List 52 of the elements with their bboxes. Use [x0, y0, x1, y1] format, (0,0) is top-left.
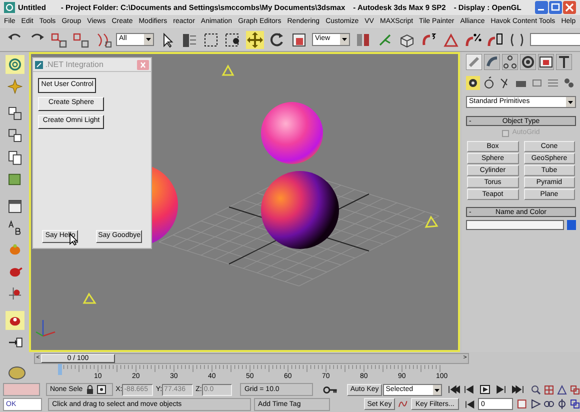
spinner-snap-icon[interactable]	[486, 30, 504, 48]
link-icon[interactable]	[50, 30, 68, 48]
key-icon[interactable]	[322, 384, 338, 396]
minimize-button[interactable]	[535, 1, 548, 14]
maximize-button[interactable]	[549, 1, 562, 14]
omni-light[interactable]	[83, 292, 97, 304]
move-icon[interactable]	[246, 30, 264, 48]
rectangle-selection-icon[interactable]	[202, 30, 220, 48]
time-config-icon[interactable]	[517, 399, 527, 409]
go-to-end-icon[interactable]	[512, 385, 524, 394]
scale-icon[interactable]	[290, 30, 308, 48]
name-field[interactable]	[466, 220, 564, 230]
triangle-icon[interactable]	[556, 384, 567, 394]
sphere-icon[interactable]	[466, 76, 480, 90]
key-mode-icon[interactable]	[465, 400, 476, 408]
frame-marker	[58, 364, 62, 375]
camera-icon[interactable]	[482, 76, 496, 90]
app-icon	[4, 2, 15, 13]
dots-icon[interactable]	[562, 76, 576, 90]
monitor-icon[interactable]	[538, 54, 554, 70]
spiral-icon[interactable]	[4, 55, 26, 74]
zoom-icon[interactable]	[530, 384, 541, 394]
dialog-title: .NET Integration	[45, 58, 104, 70]
play-icon[interactable]	[480, 385, 492, 394]
close-button[interactable]	[563, 1, 576, 14]
hammer-icon[interactable]	[556, 54, 572, 70]
window-icon	[35, 60, 44, 68]
field-of-view-icon[interactable]	[531, 399, 541, 409]
pan-icon[interactable]	[544, 399, 554, 409]
grid-square-icon[interactable]	[544, 384, 554, 394]
omni-light[interactable]	[222, 64, 235, 76]
maximize-viewport-icon[interactable]	[570, 399, 580, 409]
go-to-start-icon[interactable]	[448, 385, 460, 394]
sphere[interactable]	[261, 171, 340, 249]
unlink-icon[interactable]	[72, 30, 90, 48]
lock-icon[interactable]	[86, 385, 94, 394]
window-crossing-icon[interactable]	[224, 30, 242, 48]
axis-tripod	[36, 320, 56, 337]
percent-snap-icon[interactable]	[464, 30, 482, 48]
named-selection-dropdown[interactable]	[530, 33, 580, 46]
overlapping-squares-icon[interactable]	[570, 384, 580, 394]
next-frame-icon[interactable]	[496, 385, 508, 394]
hierarchy-icon[interactable]	[502, 54, 518, 70]
omni-light[interactable]	[425, 216, 439, 228]
previous-frame-icon[interactable]	[464, 385, 476, 394]
disc-icon[interactable]	[520, 54, 536, 70]
key-curve-icon[interactable]	[398, 399, 408, 409]
maxscript-listener-field[interactable]	[3, 383, 40, 396]
absolute-mode-icon[interactable]	[96, 385, 106, 394]
curve-icon[interactable]	[484, 54, 500, 70]
orbit-icon[interactable]	[557, 399, 567, 409]
color-swatch[interactable]	[567, 220, 576, 230]
